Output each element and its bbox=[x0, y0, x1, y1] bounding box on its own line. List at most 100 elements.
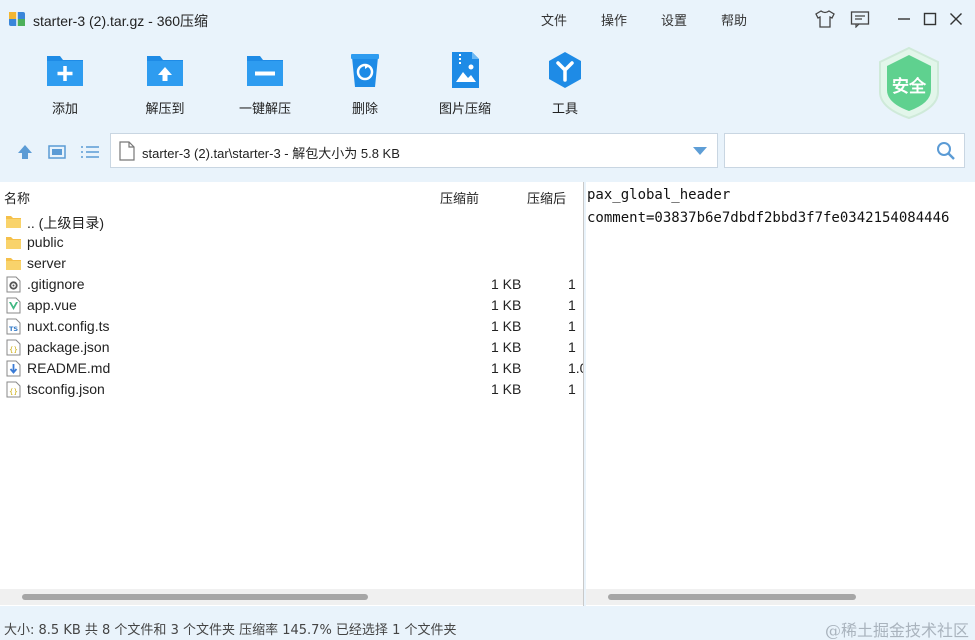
list-item[interactable]: .. (上级目录) bbox=[0, 211, 583, 232]
file-size-after: 1 bbox=[568, 339, 576, 355]
json-file-icon: {} bbox=[6, 381, 21, 398]
menu-settings[interactable]: 设置 bbox=[661, 10, 687, 29]
file-size-before: 1 KB bbox=[491, 360, 522, 376]
file-list: .. (上级目录) public server .gitignore 1 KB … bbox=[0, 211, 583, 400]
file-name: app.vue bbox=[27, 297, 77, 313]
folder-icon bbox=[6, 216, 21, 228]
quick-extract-label: 一键解压 bbox=[238, 102, 291, 117]
file-name: nuxt.config.ts bbox=[27, 318, 110, 334]
close-icon bbox=[950, 13, 962, 25]
shirt-icon bbox=[815, 10, 835, 28]
file-size-after: 1.0 bbox=[568, 360, 583, 376]
horizontal-scrollbar[interactable] bbox=[0, 589, 583, 605]
column-header-name[interactable]: 名称 bbox=[4, 188, 30, 207]
add-folder-icon bbox=[47, 56, 83, 86]
path-text: starter-3 (2).tar\starter-3 - 解包大小为 5.8 … bbox=[142, 146, 400, 161]
maximize-button[interactable] bbox=[919, 8, 941, 30]
list-item[interactable]: app.vue 1 KB 1 bbox=[0, 295, 583, 316]
search-input[interactable] bbox=[724, 133, 965, 168]
preview-line: comment=03837b6e7dbdf2bbd3f7fe0342154084… bbox=[587, 210, 950, 226]
svg-text:{}: {} bbox=[9, 346, 18, 354]
up-level-button[interactable] bbox=[13, 140, 37, 164]
message-icon bbox=[850, 11, 870, 28]
thumbnail-view-button[interactable] bbox=[45, 140, 69, 164]
status-text: 大小: 8.5 KB 共 8 个文件和 3 个文件夹 压缩率 145.7% 已经… bbox=[4, 623, 457, 638]
column-header-before[interactable]: 压缩前 bbox=[440, 188, 479, 207]
extract-to-button[interactable]: 解压到 bbox=[120, 48, 210, 120]
file-size-before: 1 KB bbox=[491, 339, 522, 355]
image-compress-button[interactable]: 图片压缩 bbox=[420, 48, 510, 120]
add-label: 添加 bbox=[51, 102, 78, 117]
extract-folder-icon bbox=[147, 56, 183, 86]
search-icon[interactable] bbox=[936, 141, 956, 161]
image-compress-icon bbox=[452, 52, 479, 88]
recycle-bin-icon bbox=[351, 54, 379, 87]
delete-label: 删除 bbox=[351, 102, 378, 117]
ts-file-icon: TS bbox=[6, 318, 21, 335]
delete-button[interactable]: 删除 bbox=[320, 48, 410, 120]
list-item[interactable]: {} package.json 1 KB 1 bbox=[0, 337, 583, 358]
maximize-icon bbox=[923, 12, 937, 26]
skin-button[interactable] bbox=[814, 8, 836, 30]
view-thumbnail-icon bbox=[48, 145, 66, 159]
scrollbar-thumb[interactable] bbox=[608, 594, 856, 600]
watermark: @稀土掘金技术社区 bbox=[824, 621, 969, 640]
column-header-after[interactable]: 压缩后 bbox=[527, 188, 566, 207]
feedback-button[interactable] bbox=[849, 8, 871, 30]
extract-to-label: 解压到 bbox=[145, 102, 185, 117]
preview-horizontal-scrollbar[interactable] bbox=[586, 589, 975, 605]
file-name: .gitignore bbox=[27, 276, 85, 292]
app-logo-icon bbox=[9, 12, 25, 26]
file-name: package.json bbox=[27, 339, 110, 355]
menu-file[interactable]: 文件 bbox=[541, 10, 567, 29]
folder-icon bbox=[6, 237, 21, 249]
file-size-before: 1 KB bbox=[491, 318, 522, 334]
list-item[interactable]: .gitignore 1 KB 1 bbox=[0, 274, 583, 295]
quick-extract-button[interactable]: 一键解压 bbox=[220, 48, 310, 120]
path-bar[interactable]: starter-3 (2).tar\starter-3 - 解包大小为 5.8 … bbox=[110, 133, 718, 168]
list-item[interactable]: {} tsconfig.json 1 KB 1 bbox=[0, 379, 583, 400]
menu-help[interactable]: 帮助 bbox=[721, 10, 747, 29]
security-badge[interactable]: 安全 bbox=[876, 46, 942, 120]
list-item[interactable]: public bbox=[0, 232, 583, 253]
add-button[interactable]: 添加 bbox=[20, 48, 110, 120]
file-size-after: 1 bbox=[568, 276, 576, 292]
tools-button[interactable]: 工具 bbox=[520, 48, 610, 120]
scrollbar-thumb[interactable] bbox=[22, 594, 368, 600]
view-list-icon bbox=[81, 146, 99, 158]
file-list-pane: 名称 压缩前 压缩后 .. (上级目录) public server .giti… bbox=[0, 182, 584, 606]
chevron-down-icon[interactable] bbox=[693, 147, 707, 155]
svg-text:{}: {} bbox=[9, 388, 18, 396]
file-size-before: 1 KB bbox=[491, 381, 522, 397]
file-icon bbox=[119, 141, 135, 161]
file-size-after: 1 bbox=[568, 297, 576, 313]
folder-icon bbox=[6, 258, 21, 270]
preview-pane: pax_global_header comment=03837b6e7dbdf2… bbox=[586, 182, 975, 606]
file-size-after: 1 bbox=[568, 381, 576, 397]
list-item[interactable]: server bbox=[0, 253, 583, 274]
tools-label: 工具 bbox=[551, 102, 578, 117]
minimize-button[interactable] bbox=[893, 8, 915, 30]
preview-text: pax_global_header comment=03837b6e7dbdf2… bbox=[587, 184, 949, 230]
settings-file-icon bbox=[6, 276, 21, 293]
vue-file-icon bbox=[6, 297, 21, 314]
file-name: tsconfig.json bbox=[27, 381, 105, 397]
main-toolbar: 添加 解压到 一键解压 删除 图片压缩 工具 安全 bbox=[0, 40, 975, 128]
arrow-up-icon bbox=[18, 145, 32, 159]
file-size-before: 1 KB bbox=[491, 297, 522, 313]
security-badge-label: 安全 bbox=[892, 77, 926, 97]
close-button[interactable] bbox=[945, 8, 967, 30]
window-title: starter-3 (2).tar.gz - 360压缩 bbox=[33, 13, 209, 29]
list-item[interactable]: TS nuxt.config.ts 1 KB 1 bbox=[0, 316, 583, 337]
title-bar: starter-3 (2).tar.gz - 360压缩 文件 操作 设置 帮助 bbox=[0, 0, 975, 38]
markdown-file-icon bbox=[6, 360, 21, 377]
file-size-after: 1 bbox=[568, 318, 576, 334]
json-file-icon: {} bbox=[6, 339, 21, 356]
list-view-button[interactable] bbox=[78, 140, 102, 164]
menu-operation[interactable]: 操作 bbox=[601, 10, 627, 29]
image-compress-label: 图片压缩 bbox=[438, 102, 491, 117]
file-name: .. (上级目录) bbox=[27, 215, 104, 231]
file-name: public bbox=[27, 234, 64, 250]
list-item[interactable]: README.md 1 KB 1.0 bbox=[0, 358, 583, 379]
svg-text:TS: TS bbox=[9, 325, 18, 333]
